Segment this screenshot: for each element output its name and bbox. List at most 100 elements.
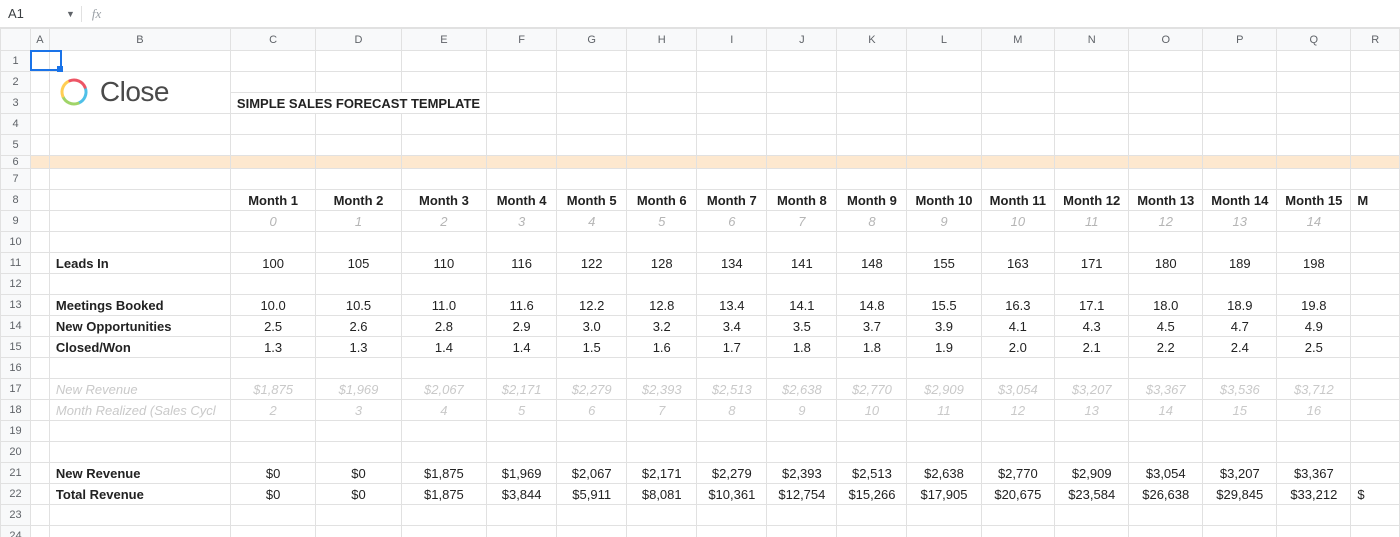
row-header[interactable]: 19 [1, 421, 31, 442]
row-header[interactable]: 3 [1, 93, 31, 114]
table-row[interactable]: 23 [1, 505, 1400, 526]
data-cell: 2.8 [402, 316, 486, 336]
row-header[interactable]: 13 [1, 295, 31, 316]
row-header[interactable]: 5 [1, 135, 31, 156]
formula-input[interactable] [111, 0, 1400, 27]
col-header[interactable]: E [401, 29, 486, 51]
table-row[interactable]: 7 [1, 169, 1400, 190]
table-row-new-revenue-ghost[interactable]: 17 New Revenue $1,875 $1,969 $2,067 $2,1… [1, 379, 1400, 400]
data-cell: 3 [316, 400, 400, 420]
month-header: Month 8 [767, 190, 836, 210]
row-header[interactable]: 18 [1, 400, 31, 421]
table-row[interactable]: 2 Close [1, 72, 1400, 93]
name-box[interactable]: A1 [0, 0, 60, 27]
row-header[interactable]: 20 [1, 442, 31, 463]
data-cell: 1.4 [402, 337, 486, 357]
row-header[interactable]: 17 [1, 379, 31, 400]
data-cell: 11.6 [487, 295, 556, 315]
row-header[interactable]: 10 [1, 232, 31, 253]
index-cell: 6 [697, 211, 766, 231]
name-box-dropdown-icon[interactable]: ▼ [60, 9, 81, 19]
table-row[interactable]: 24 [1, 526, 1400, 537]
col-header[interactable]: A [31, 29, 50, 51]
col-header[interactable]: K [837, 29, 907, 51]
data-cell: 180 [1129, 253, 1202, 273]
month-header: Month 11 [982, 190, 1055, 210]
col-header[interactable]: D [316, 29, 401, 51]
data-cell: 11.0 [402, 295, 486, 315]
col-header[interactable]: G [557, 29, 627, 51]
table-row-meetings[interactable]: 13 Meetings Booked 10.0 10.5 11.0 11.6 1… [1, 295, 1400, 316]
row-header[interactable]: 9 [1, 211, 31, 232]
table-row-highlight[interactable]: 6 [1, 156, 1400, 169]
col-header[interactable]: B [49, 29, 230, 51]
table-row[interactable]: 1 [1, 51, 1400, 72]
row-header[interactable]: 14 [1, 316, 31, 337]
select-all-corner[interactable] [1, 29, 31, 51]
col-header[interactable]: J [767, 29, 837, 51]
table-row[interactable]: 5 [1, 135, 1400, 156]
row-header[interactable]: 22 [1, 484, 31, 505]
row-header[interactable]: 12 [1, 274, 31, 295]
table-row-total-revenue[interactable]: 22 Total Revenue $0 $0 $1,875 $3,844 $5,… [1, 484, 1400, 505]
col-header[interactable]: N [1055, 29, 1129, 51]
data-cell: $3,054 [1129, 463, 1202, 483]
table-row-new-revenue[interactable]: 21 New Revenue $0 $0 $1,875 $1,969 $2,06… [1, 463, 1400, 484]
row-header[interactable]: 4 [1, 114, 31, 135]
row-header[interactable]: 11 [1, 253, 31, 274]
col-header[interactable]: H [627, 29, 697, 51]
table-row-closed-won[interactable]: 15 Closed/Won 1.3 1.3 1.4 1.4 1.5 1.6 1.… [1, 337, 1400, 358]
row-header[interactable]: 1 [1, 51, 31, 72]
col-header[interactable]: I [697, 29, 767, 51]
col-header[interactable]: L [907, 29, 981, 51]
table-row-month-headers[interactable]: 8 Month 1 Month 2 Month 3 Month 4 Month … [1, 190, 1400, 211]
col-header[interactable]: O [1129, 29, 1203, 51]
data-cell: $3,367 [1277, 463, 1350, 483]
data-cell: 1.6 [627, 337, 696, 357]
data-cell: $2,067 [557, 463, 626, 483]
column-header-row: A B C D E F G H I J K L M N O P Q R [1, 29, 1400, 51]
col-header[interactable]: R [1351, 29, 1400, 51]
data-cell: 148 [837, 253, 906, 273]
spreadsheet-grid[interactable]: A B C D E F G H I J K L M N O P Q R 1 2 [0, 28, 1400, 537]
row-header[interactable]: 6 [1, 156, 31, 169]
table-row[interactable]: 4 [1, 114, 1400, 135]
col-header[interactable]: Q [1277, 29, 1351, 51]
table-row[interactable]: 16 [1, 358, 1400, 379]
row-header[interactable]: 23 [1, 505, 31, 526]
table-row[interactable]: 19 [1, 421, 1400, 442]
data-cell: 3.9 [907, 316, 980, 336]
data-cell: $33,212 [1277, 484, 1350, 504]
row-header[interactable]: 21 [1, 463, 31, 484]
table-row[interactable]: 12 [1, 274, 1400, 295]
data-cell: $3,207 [1203, 463, 1276, 483]
data-cell: 5 [487, 400, 556, 420]
row-header[interactable]: 16 [1, 358, 31, 379]
col-header[interactable]: P [1203, 29, 1277, 51]
table-row[interactable]: 10 [1, 232, 1400, 253]
table-row-leads-in[interactable]: 11 Leads In 100 105 110 116 122 128 134 … [1, 253, 1400, 274]
col-header[interactable]: F [487, 29, 557, 51]
data-cell: 2.5 [231, 316, 315, 336]
row-header[interactable]: 8 [1, 190, 31, 211]
table-row-new-opp[interactable]: 14 New Opportunities 2.5 2.6 2.8 2.9 3.0… [1, 316, 1400, 337]
table-row-index[interactable]: 9 0 1 2 3 4 5 6 7 8 9 10 11 12 13 14 [1, 211, 1400, 232]
data-cell: $2,770 [837, 379, 906, 399]
row-header[interactable]: 15 [1, 337, 31, 358]
data-cell: 105 [316, 253, 400, 273]
data-cell: 19.8 [1277, 295, 1350, 315]
table-row[interactable]: 20 [1, 442, 1400, 463]
index-cell: 8 [837, 211, 906, 231]
row-header[interactable]: 2 [1, 72, 31, 93]
data-cell: $2,909 [1055, 463, 1128, 483]
data-cell: 116 [487, 253, 556, 273]
col-header[interactable]: M [981, 29, 1055, 51]
data-cell: $2,393 [767, 463, 836, 483]
data-cell: 18.9 [1203, 295, 1276, 315]
col-header[interactable]: C [230, 29, 315, 51]
row-header[interactable]: 24 [1, 526, 31, 537]
month-header: Month 3 [402, 190, 486, 210]
table-row-month-realized[interactable]: 18 Month Realized (Sales Cycl 2 3 4 5 6 … [1, 400, 1400, 421]
row-header[interactable]: 7 [1, 169, 31, 190]
data-cell: $ [1351, 484, 1399, 504]
